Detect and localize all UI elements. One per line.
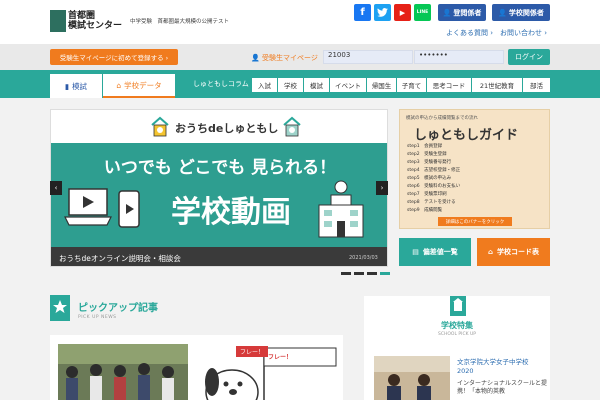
hero-caption-text: おうちdeオンライン説明会・相談会	[59, 254, 181, 263]
site-logo[interactable]: 首都圏 模試センター	[50, 8, 125, 34]
cheer-flag-text: フレー！	[268, 354, 293, 361]
slider-dot[interactable]	[367, 272, 377, 275]
member-button[interactable]: 👤 登閲係者	[438, 4, 486, 21]
hero-headline: いつでも どこでも 見られる！	[103, 158, 337, 178]
lock-icon: 👤	[251, 54, 260, 62]
site-header: 首都圏 模試センター 中学受験 首都圏最大規模の公開テスト f ▶ LINE 👤…	[0, 0, 600, 44]
login-bar: 受験生マイページに初めて登録する › 👤 受験生マイページ 21003 ••••…	[0, 44, 600, 70]
pickup-subtitle: PICK UP NEWS	[78, 315, 117, 320]
tab-school-data[interactable]: ⌂ 学校データ	[103, 74, 175, 98]
password-input[interactable]: •••••••	[414, 50, 504, 64]
register-mypage-button[interactable]: 受験生マイページに初めて登録する ›	[50, 49, 178, 65]
login-button[interactable]: ログイン	[508, 49, 550, 65]
laptop-icon	[63, 185, 113, 229]
school-staff-button[interactable]: 👤 学校関係者	[492, 4, 550, 21]
house-icon	[151, 116, 169, 138]
mypage-label: 👤 受験生マイページ	[251, 54, 318, 62]
article-photo	[58, 344, 188, 400]
school-icon: ⌂	[487, 248, 493, 256]
logo-line2: 模試センター	[68, 21, 123, 31]
guide-step: step2 受験生登録	[407, 152, 447, 157]
prev-arrow-icon[interactable]: ‹	[50, 181, 62, 195]
hero-slider[interactable]: おうちdeしゅともし いつでも どこでも 見られる！ 学校動画 おうちdeオンラ…	[50, 109, 388, 267]
guide-intro: 模試の申込から成績閲覧までの流れ	[406, 116, 478, 121]
school-building-icon	[315, 179, 367, 239]
youtube-icon[interactable]: ▶	[394, 4, 411, 21]
next-arrow-icon[interactable]: ›	[376, 181, 388, 195]
cheer-bubble: フレー！	[236, 346, 269, 357]
school-pickup-icon	[450, 296, 466, 316]
line-icon[interactable]: LINE	[414, 4, 431, 21]
nav-item-event[interactable]: イベント	[330, 78, 366, 92]
hero-date: 2021/03/03	[349, 255, 378, 261]
house-icon	[283, 116, 301, 138]
tab-moshi[interactable]: ▮ 模試	[50, 74, 102, 98]
guide-step: step8 テストを受ける	[407, 200, 456, 205]
contact-link[interactable]: お問い合わせ ›	[500, 28, 547, 38]
guide-step: step7 受験票印刷	[407, 192, 447, 197]
guide-step: step9 成績閲覧	[407, 208, 443, 213]
nav-item-club[interactable]: 部活	[523, 78, 550, 92]
nav-item-21c-education[interactable]: 21世紀教育	[472, 78, 522, 92]
site-tagline: 中学受験 首都圏最大規模の公開テスト	[130, 19, 230, 25]
book-icon: ▮	[64, 81, 70, 91]
facebook-icon[interactable]: f	[354, 4, 371, 21]
school-pickup-subtitle: SCHOOL PICK UP	[438, 332, 476, 337]
guide-title: しゅともしガイド	[414, 128, 519, 143]
nav-item-returnee[interactable]: 帰国生	[367, 78, 396, 92]
guide-step: step5 模試の申込み	[407, 176, 452, 181]
pickup-bookmark-icon	[50, 295, 70, 321]
person-icon: 👤	[498, 8, 507, 17]
pickup-article-card[interactable]: フレー！ フレー！	[50, 335, 343, 400]
hero-big-text: 学校動画	[171, 195, 291, 230]
twitter-icon[interactable]	[374, 4, 391, 21]
deviation-list-button[interactable]: ▤ 偏差値一覧	[399, 238, 471, 266]
main-nav: ▮ 模試 ⌂ 学校データ しゅともしコラム 入試 学校 模試 イベント 帰国生 …	[0, 70, 600, 98]
nav-item-exam[interactable]: 入試	[252, 78, 277, 92]
nav-item-thinking-code[interactable]: 思考コード	[427, 78, 471, 92]
nav-item-school[interactable]: 学校	[278, 78, 303, 92]
slider-dot-active[interactable]	[380, 272, 390, 275]
guide-step: step1 会員登録	[407, 144, 443, 149]
faq-link[interactable]: よくある質問 ›	[446, 28, 493, 38]
dog-cheering-illustration: フレー！ フレー！	[200, 344, 340, 400]
guide-step: step6 受験料のお支払い	[407, 184, 461, 189]
guide-cta[interactable]: 詳細はこのバナーをクリック	[438, 217, 512, 226]
slider-dot[interactable]	[354, 272, 364, 275]
school-pickup-panel: 学校特集 SCHOOL PICK UP 文京学院大学女子中学校 2020 インタ…	[364, 296, 550, 400]
smartphone-icon	[117, 189, 141, 229]
school-desc: インターナショナルスクールと提携！「本物的英教	[457, 380, 548, 395]
school-pickup-title: 学校特集	[441, 321, 473, 330]
nav-item-moshi[interactable]: 模試	[304, 78, 329, 92]
shutomoshi-guide-banner[interactable]: 模試の申込から成績閲覧までの流れ しゅともしガイド step1 会員登録 ste…	[399, 109, 550, 229]
school-icon: ⌂	[116, 80, 122, 90]
column-title: しゅともしコラム	[193, 80, 249, 88]
person-icon: 👤	[442, 8, 452, 17]
chart-icon: ▤	[412, 248, 419, 256]
school-photo[interactable]	[374, 356, 450, 400]
school-code-button[interactable]: ⌂ 学校コード表	[477, 238, 550, 266]
guide-step: step3 受験番号発行	[407, 160, 452, 165]
slider-dot[interactable]	[341, 272, 351, 275]
logo-line1: 首都圏	[68, 11, 96, 21]
logo-mark-icon	[50, 10, 66, 32]
nav-item-parenting[interactable]: 子育て	[397, 78, 426, 92]
id-input[interactable]: 21003	[323, 50, 413, 64]
hero-brand: おうちdeしゅともし	[175, 122, 279, 135]
guide-step: step4 志望校登録・修正	[407, 168, 461, 173]
school-name-link[interactable]: 文京学院大学女子中学校 2020	[457, 358, 547, 376]
pickup-title: ピックアップ記事	[78, 303, 158, 314]
